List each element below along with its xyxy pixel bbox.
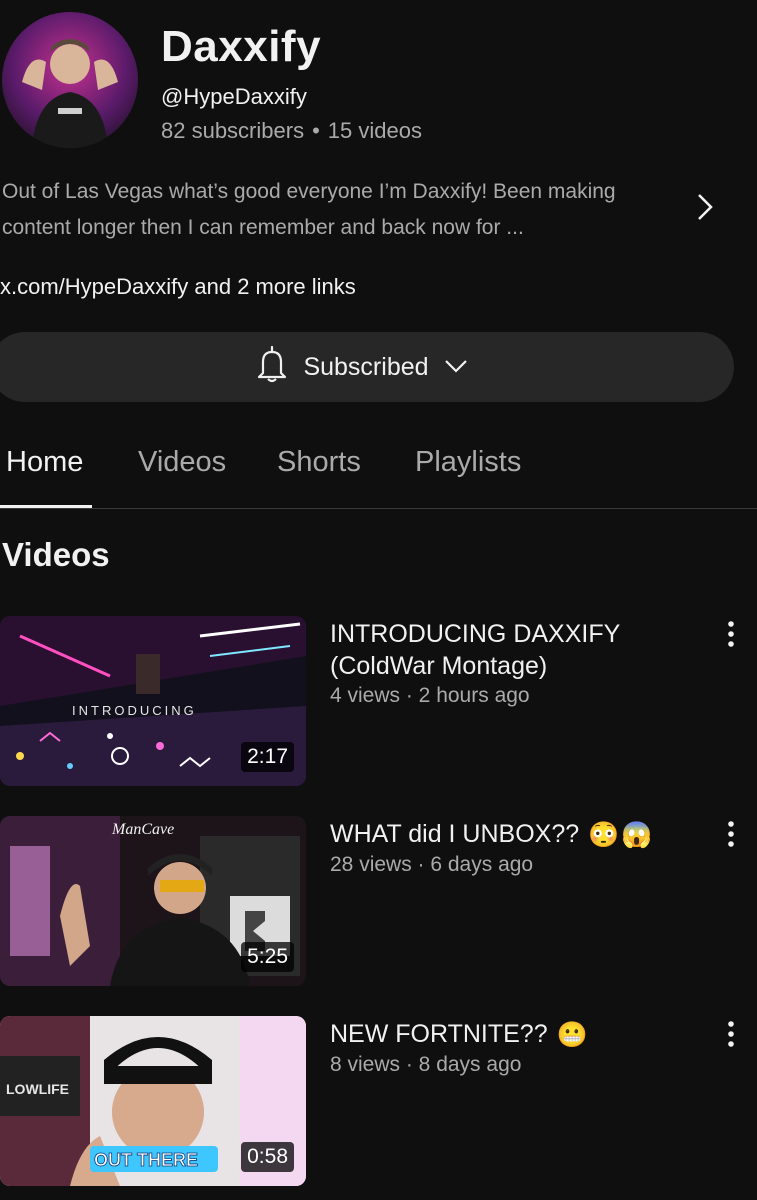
video-title[interactable]: NEW FORTNITE?? 😬	[330, 1018, 690, 1051]
video-info[interactable]: NEW FORTNITE?? 😬 8 views · 8 days ago	[330, 1018, 690, 1077]
grimacing-face-emoji: 😬	[556, 1021, 588, 1050]
subscriber-count: 82 subscribers	[161, 118, 305, 143]
video-title[interactable]: WHAT did I UNBOX?? 😳😱	[330, 818, 690, 851]
bell-icon	[255, 345, 289, 390]
video-info[interactable]: INTRODUCING DAXXIFY (ColdWar Montage) 4 …	[330, 618, 690, 708]
video-title[interactable]: INTRODUCING DAXXIFY (ColdWar Montage)	[330, 618, 690, 682]
svg-text:ManCave: ManCave	[111, 821, 174, 838]
tab-shorts[interactable]: Shorts	[277, 446, 361, 479]
more-options-icon[interactable]	[716, 1014, 746, 1054]
tab-home[interactable]: Home	[6, 446, 83, 479]
video-thumbnail[interactable]: INTRODUCING 2:17	[0, 616, 306, 786]
channel-links[interactable]: x.com/HypeDaxxify and 2 more links	[0, 274, 356, 300]
subscribed-label: Subscribed	[303, 352, 429, 381]
section-title: Videos	[2, 536, 110, 573]
channel-stats: 82 subscribers • 15 videos	[161, 118, 422, 144]
video-meta: 28 views · 6 days ago	[330, 853, 534, 877]
channel-avatar[interactable]	[2, 12, 138, 148]
video-title-text: NEW FORTNITE??	[330, 1020, 548, 1048]
thumbnail-overlay-text: OUT THERE	[94, 1150, 198, 1170]
video-thumbnail[interactable]: ManCave 5:25	[0, 816, 306, 986]
chevron-right-icon[interactable]	[694, 190, 716, 224]
video-title-text: WHAT did I UNBOX??	[330, 820, 580, 848]
more-options-icon[interactable]	[716, 614, 746, 654]
flushed-face-emoji: 😳	[588, 821, 620, 850]
svg-text:LOWLIFE: LOWLIFE	[6, 1081, 69, 1097]
video-meta: 8 views · 8 days ago	[330, 1053, 522, 1077]
video-duration: 5:25	[241, 942, 294, 972]
separator-dot: •	[312, 118, 320, 143]
screaming-face-emoji: 😱	[621, 821, 653, 850]
video-duration: 0:58	[241, 1142, 294, 1172]
tab-playlists[interactable]: Playlists	[415, 446, 521, 479]
more-options-icon[interactable]	[716, 814, 746, 854]
channel-tabs: Home Videos Shorts Playlists	[0, 440, 757, 508]
video-info[interactable]: WHAT did I UNBOX?? 😳😱 28 views · 6 days …	[330, 818, 690, 877]
video-count: 15 videos	[327, 118, 422, 143]
thumbnail-overlay-text: INTRODUCING	[72, 703, 197, 718]
tabs-divider	[0, 508, 757, 509]
channel-name: Daxxify	[161, 22, 322, 71]
channel-description[interactable]: Out of Las Vegas what’s good everyone I’…	[2, 174, 682, 246]
subscribed-button[interactable]: Subscribed	[0, 332, 734, 402]
channel-handle: @HypeDaxxify	[161, 84, 307, 109]
chevron-down-icon	[443, 353, 469, 382]
video-meta: 4 views · 2 hours ago	[330, 684, 530, 707]
video-thumbnail[interactable]: LOWLIFE OUT THERE 0:58	[0, 1016, 306, 1186]
video-duration: 2:17	[241, 742, 294, 772]
tab-videos[interactable]: Videos	[138, 446, 226, 479]
